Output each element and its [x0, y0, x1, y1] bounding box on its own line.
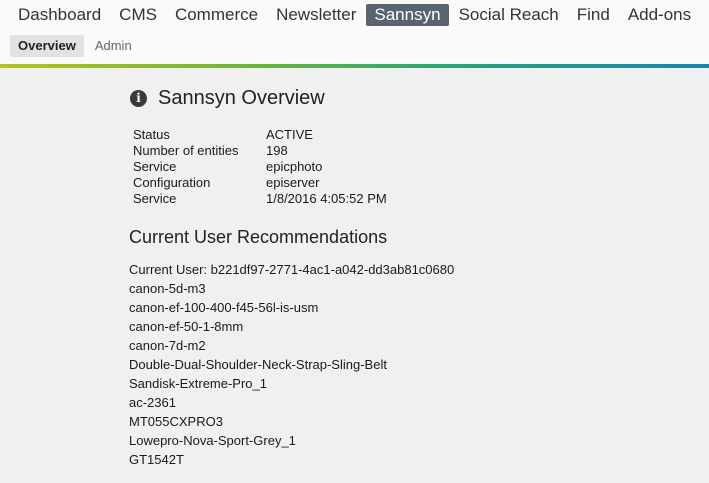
list-item: Sandisk-Extreme-Pro_1	[129, 376, 267, 391]
list-item: MT055CXPRO3	[129, 414, 223, 429]
service-value: epicphoto	[266, 159, 323, 174]
entities-value: 198	[266, 143, 288, 158]
list-item: canon-5d-m3	[129, 281, 206, 296]
tab-admin[interactable]: Admin	[87, 35, 140, 57]
nav-item-find[interactable]: Find	[569, 4, 618, 26]
tab-overview[interactable]: Overview	[10, 35, 84, 57]
configuration-label: Configuration	[133, 175, 211, 190]
service-row: Service epicphoto	[133, 159, 387, 175]
list-item: canon-ef-100-400-f45-56l-is-usm	[129, 300, 319, 315]
recommendations-title: Current User Recommendations	[129, 227, 388, 247]
current-user-label: Current User: b221df97-2771-4ac1-a042-dd…	[129, 262, 455, 277]
service-label: Service	[133, 159, 177, 174]
list-item: Lowepro-Nova-Sport-Grey_1	[129, 433, 296, 448]
page-title: Sannsyn Overview	[158, 87, 325, 109]
nav-item-dashboard[interactable]: Dashboard	[10, 4, 109, 26]
configuration-row: Configuration episerver	[133, 175, 387, 191]
list-item: ac-2361	[129, 395, 176, 410]
overview-header: i Sannsyn Overview	[130, 87, 325, 110]
entities-row: Number of entities 198	[133, 143, 387, 159]
configuration-value: episerver	[266, 175, 320, 190]
nav-item-cms[interactable]: CMS	[111, 4, 165, 26]
nav-item-commerce[interactable]: Commerce	[167, 4, 266, 26]
nav-item-social-reach[interactable]: Social Reach	[451, 4, 567, 26]
top-bar: Dashboard CMS Commerce Newsletter Sannsy…	[0, 0, 709, 64]
info-icon: i	[130, 90, 147, 107]
list-item: canon-7d-m2	[129, 338, 206, 353]
main-navigation: Dashboard CMS Commerce Newsletter Sannsy…	[0, 3, 699, 27]
list-item: canon-ef-50-1-8mm	[129, 319, 244, 334]
nav-item-newsletter[interactable]: Newsletter	[268, 4, 364, 26]
list-item: Double-Dual-Shoulder-Neck-Strap-Sling-Be…	[129, 357, 387, 372]
entities-label: Number of entities	[133, 143, 239, 158]
list-item: GT1542T	[129, 452, 184, 467]
status-value: ACTIVE	[266, 127, 313, 142]
main-content: i Sannsyn Overview Status ACTIVE Number …	[0, 68, 709, 483]
nav-item-add-ons[interactable]: Add-ons	[620, 4, 699, 26]
service-time-label: Service	[133, 191, 177, 206]
status-label: Status	[133, 127, 170, 142]
status-row: Status ACTIVE	[133, 127, 387, 143]
service-time-row: Service 1/8/2016 4:05:52 PM	[133, 191, 387, 207]
service-time-value: 1/8/2016 4:05:52 PM	[266, 191, 387, 206]
status-table: Status ACTIVE Number of entities 198 Ser…	[133, 127, 387, 207]
nav-item-sannsyn[interactable]: Sannsyn	[366, 4, 449, 26]
sub-navigation: Overview Admin	[10, 35, 143, 57]
recommendations-list: Current User: b221df97-2771-4ac1-a042-dd…	[129, 260, 454, 469]
